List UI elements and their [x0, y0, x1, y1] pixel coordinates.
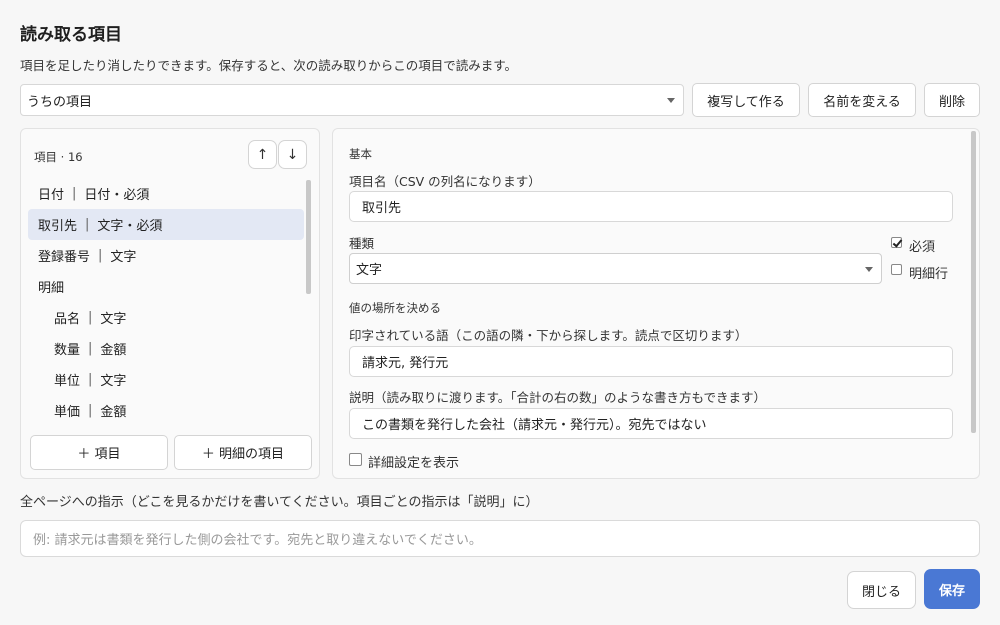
required-label: 必須: [909, 240, 936, 255]
type-label: 種類: [349, 236, 375, 251]
list-item-separator: |: [72, 186, 77, 201]
item-name-label: 項目名（CSV の列名になります）: [349, 174, 541, 189]
keywords-label: 印字されている語（この語の隣・下から探します。読点で区切ります）: [349, 328, 748, 343]
item-detail-panel: 基本 項目名（CSV の列名になります） 取引先 種類 文字 必須 明細行 値の…: [332, 128, 980, 479]
list-item[interactable]: 取引先 | 文字・必須: [28, 209, 304, 240]
list-item-separator: |: [88, 310, 93, 325]
move-up-button[interactable]: ↑: [248, 140, 277, 169]
add-item-button[interactable]: ＋ 項目: [30, 435, 168, 470]
list-item-name: 日付: [38, 188, 65, 203]
list-item-separator: |: [88, 403, 93, 418]
instructions-input[interactable]: 例: 請求元は書類を発行した側の会社です。宛先と取り違えないでください。: [20, 520, 980, 557]
template-select-value: うちの項目: [27, 94, 93, 110]
add-detail-item-button[interactable]: ＋ 明細の項目: [174, 435, 312, 470]
list-item[interactable]: 品名 | 文字: [28, 302, 304, 333]
close-button[interactable]: 閉じる: [847, 571, 916, 609]
list-item-separator: |: [88, 372, 93, 387]
list-scrollbar[interactable]: [306, 180, 311, 294]
list-item-separator: |: [98, 248, 103, 263]
description-label: 説明（読み取りに渡ります。「合計の右の数」のような書き方もできます）: [349, 390, 767, 405]
list-item-name: 単位: [54, 374, 81, 389]
copy-button[interactable]: 複写して作る: [692, 83, 800, 117]
arrow-down-icon: ↓: [286, 146, 299, 163]
list-item-type: 文字・必須: [97, 219, 163, 234]
chevron-down-icon: [667, 98, 675, 103]
keywords-input[interactable]: 請求元, 発行元: [349, 346, 953, 377]
move-down-button[interactable]: ↓: [278, 140, 307, 169]
item-list-panel: 項目 · 16 ↑ ↓ 日付 | 日付・必須 取引先 | 文字・必須 登録番号 | 文字 明細 品名…: [20, 128, 320, 479]
list-item-type: 日付・必須: [84, 188, 150, 203]
list-item[interactable]: 登録番号 | 文字: [28, 240, 304, 271]
list-item-name: 数量: [54, 343, 81, 358]
arrow-up-icon: ↑: [256, 146, 269, 163]
rename-button[interactable]: 名前を変える: [808, 83, 916, 117]
list-item-name: 品名: [54, 312, 81, 327]
detail-scrollbar[interactable]: [971, 131, 976, 433]
list-item-name: 登録番号: [38, 250, 91, 265]
list-item[interactable]: 日付 | 日付・必須: [28, 178, 304, 209]
type-select[interactable]: 文字: [349, 253, 882, 284]
list-item-name: 単価: [54, 405, 81, 420]
list-item[interactable]: 単価 | 金額: [28, 395, 304, 426]
section-basic-heading: 基本: [349, 147, 372, 161]
list-item-name: 明細: [38, 281, 65, 296]
list-item-type: 文字: [100, 312, 127, 327]
list-item-name: 取引先: [38, 219, 78, 234]
dialog-subtitle: 項目を足したり消したりできます。保存すると、次の読み取りからこの項目で読みます。: [20, 58, 518, 73]
list-item[interactable]: 明細: [28, 271, 304, 302]
list-item-separator: |: [85, 217, 90, 232]
detail-row-label: 明細行: [909, 267, 949, 282]
advanced-checkbox[interactable]: [349, 453, 362, 466]
list-item[interactable]: 単位 | 文字: [28, 364, 304, 395]
required-checkbox[interactable]: [891, 237, 902, 248]
list-item-type: 金額: [100, 343, 127, 358]
list-item-type: 文字: [100, 374, 127, 389]
list-item-separator: |: [88, 341, 93, 356]
description-input[interactable]: この書類を発行した会社（請求元・発行元）。宛先ではない: [349, 408, 953, 439]
save-button[interactable]: 保存: [924, 569, 980, 609]
list-item-type: 金額: [100, 405, 127, 420]
list-item[interactable]: 数量 | 金額: [28, 333, 304, 364]
delete-button[interactable]: 削除: [924, 83, 980, 117]
detail-row-checkbox[interactable]: [891, 264, 902, 275]
list-item-type: 文字: [110, 250, 137, 265]
section-location-heading: 値の場所を決める: [349, 301, 441, 315]
template-select[interactable]: うちの項目: [20, 84, 684, 116]
chevron-down-icon: [865, 266, 873, 272]
instructions-placeholder: 例: 請求元は書類を発行した側の会社です。宛先と取り違えないでください。: [33, 533, 482, 548]
type-select-value: 文字: [356, 263, 383, 278]
item-list-header: 項目 · 16: [34, 150, 83, 164]
dialog-title: 読み取る項目: [20, 25, 122, 45]
item-name-input[interactable]: 取引先: [349, 191, 953, 222]
instructions-label: 全ページへの指示（どこを見るかだけを書いてください。項目ごとの指示は「説明」に）: [20, 495, 539, 510]
advanced-label: 詳細設定を表示: [368, 456, 460, 471]
